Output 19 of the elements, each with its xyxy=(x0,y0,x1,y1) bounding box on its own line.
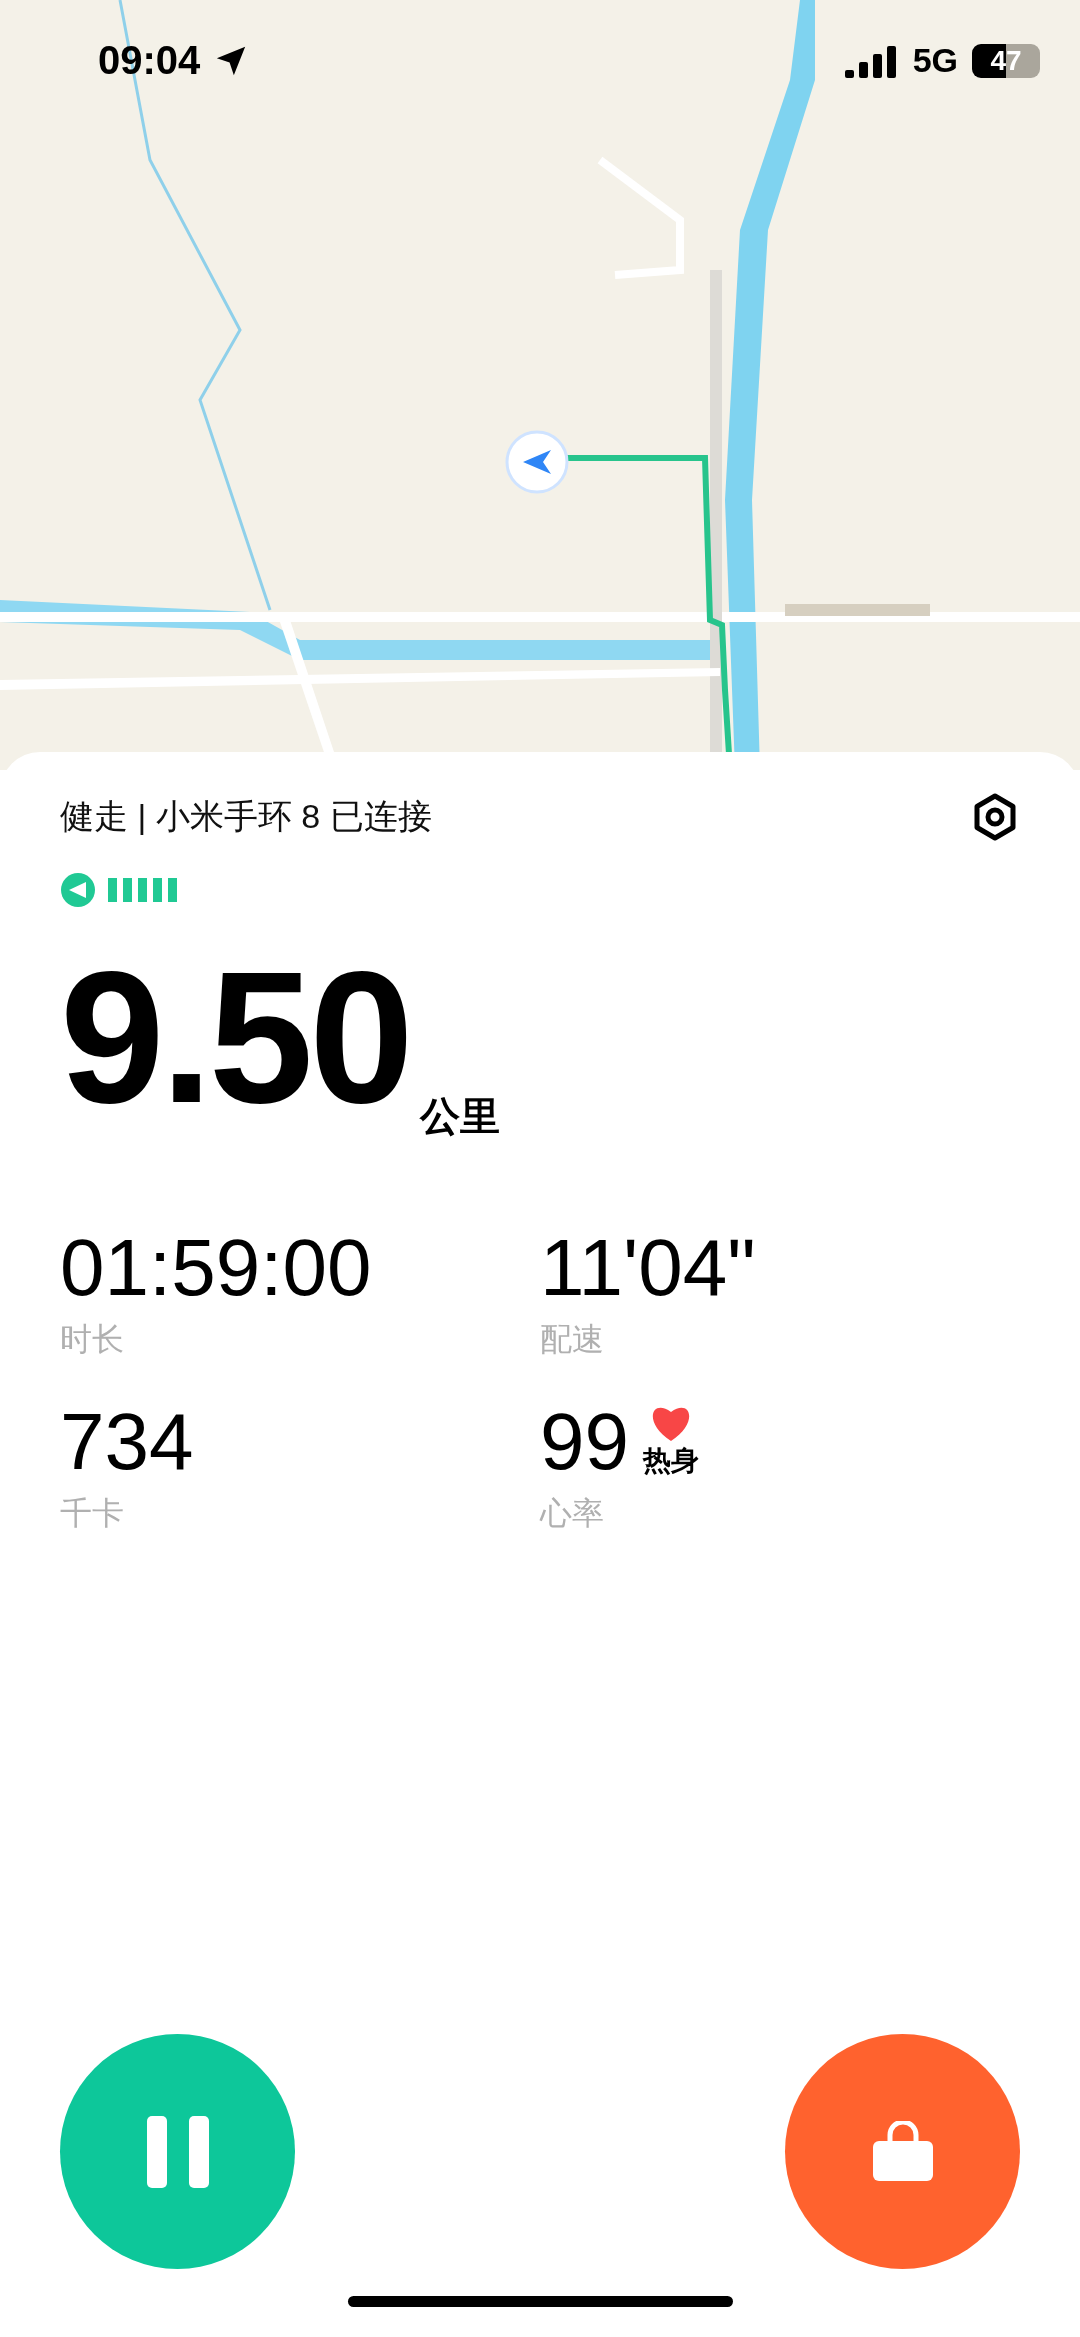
stat-value: 99 xyxy=(540,1401,629,1482)
lock-icon xyxy=(870,2120,935,2183)
stat-value: 734 xyxy=(60,1401,194,1482)
stat-label: 心率 xyxy=(540,1493,605,1533)
stat-value: 11'04" xyxy=(540,1227,756,1308)
pause-icon xyxy=(144,2113,211,2190)
status-time: 09:04 xyxy=(98,38,201,83)
stat-label: 千卡 xyxy=(60,1493,125,1533)
location-marker-icon xyxy=(505,430,569,494)
stat-label: 配速 xyxy=(540,1319,605,1359)
network-label: 5G xyxy=(912,41,958,80)
distance-value: 9.50 xyxy=(60,958,410,1118)
distance-unit: 公里 xyxy=(419,1092,500,1140)
workout-title: 健走 | 小米手环 8 已连接 xyxy=(60,796,432,837)
stat-label: 时长 xyxy=(60,1319,125,1359)
battery-icon: 47 xyxy=(972,43,1040,78)
heart-zone: 热身 xyxy=(643,1443,699,1478)
stat-value: 01:59:00 xyxy=(60,1227,372,1308)
signal-icon xyxy=(844,43,899,78)
